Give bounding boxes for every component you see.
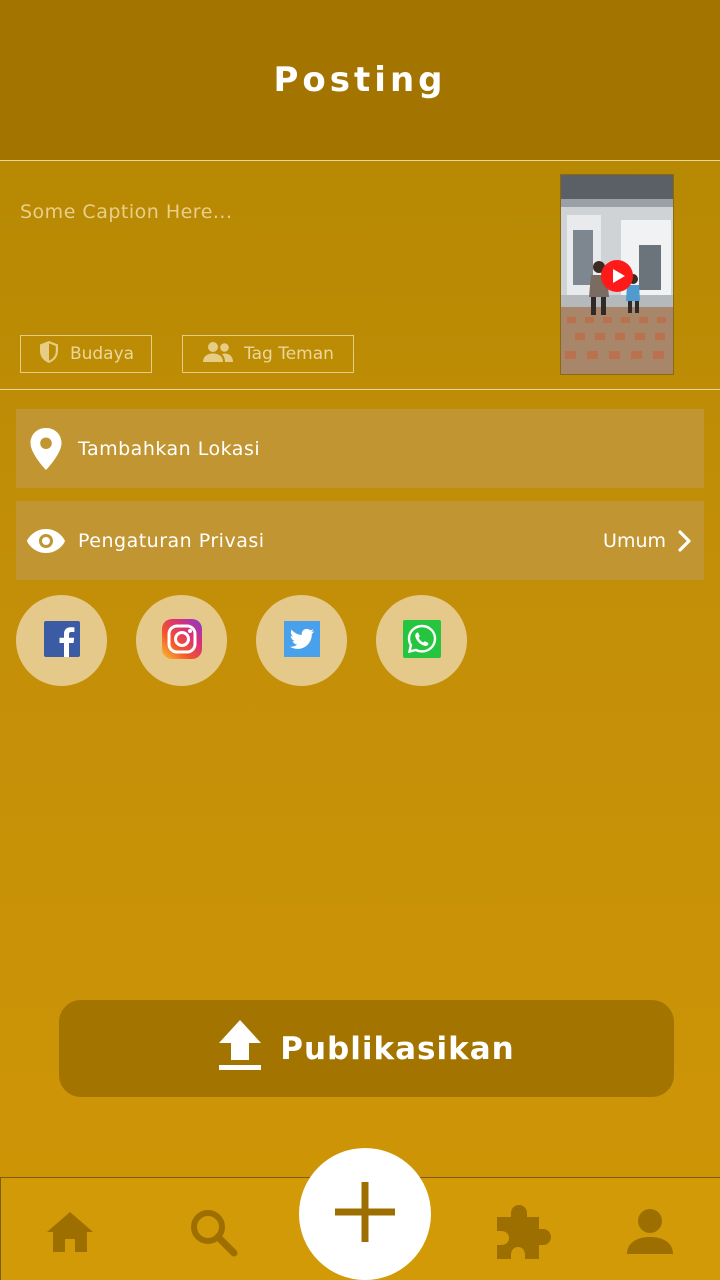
home-icon: [45, 1210, 95, 1258]
share-twitter-button[interactable]: [256, 595, 347, 686]
top-bar: Posting: [0, 0, 720, 161]
play-icon: [600, 259, 634, 297]
add-location-label: Tambahkan Lokasi: [78, 437, 261, 460]
shield-icon: [38, 340, 60, 369]
budaya-chip[interactable]: Budaya: [20, 335, 152, 373]
tag-teman-chip-label: Tag Teman: [244, 344, 334, 364]
share-facebook-button[interactable]: [16, 595, 107, 686]
nav-profile[interactable]: [622, 1206, 678, 1262]
nav-puzzle[interactable]: [493, 1203, 553, 1265]
publish-label: Publikasikan: [280, 1030, 515, 1067]
privacy-settings-row[interactable]: Pengaturan Privasi Umum: [16, 501, 704, 580]
tag-teman-chip[interactable]: Tag Teman: [182, 335, 354, 373]
video-thumbnail[interactable]: [560, 174, 674, 375]
compose-section: Some Caption Here... Budaya Tag Teman: [0, 161, 720, 390]
upload-icon: [218, 1019, 262, 1079]
share-whatsapp-button[interactable]: [376, 595, 467, 686]
budaya-chip-label: Budaya: [69, 344, 135, 364]
people-icon: [202, 341, 234, 368]
create-post-fab[interactable]: [299, 1148, 431, 1280]
nav-search[interactable]: [185, 1206, 241, 1262]
share-instagram-button[interactable]: [136, 595, 227, 686]
caption-input[interactable]: Some Caption Here...: [20, 201, 233, 223]
search-icon: [188, 1207, 238, 1261]
whatsapp-icon: [402, 619, 441, 662]
page-title: Posting: [273, 60, 447, 100]
profile-icon: [625, 1208, 675, 1260]
add-icon: [333, 1180, 397, 1248]
share-options: [16, 595, 467, 686]
location-pin-icon: [16, 427, 76, 471]
chevron-right-icon: [676, 529, 704, 553]
privacy-settings-label: Pengaturan Privasi: [78, 529, 265, 552]
puzzle-icon: [493, 1203, 553, 1265]
publish-button[interactable]: Publikasikan: [59, 1000, 674, 1097]
twitter-icon: [283, 620, 320, 661]
nav-home[interactable]: [42, 1206, 98, 1262]
add-location-row[interactable]: Tambahkan Lokasi: [16, 409, 704, 488]
instagram-icon: [161, 618, 202, 663]
facebook-icon: [43, 620, 80, 661]
eye-icon: [16, 527, 76, 555]
privacy-value: Umum: [603, 529, 666, 552]
